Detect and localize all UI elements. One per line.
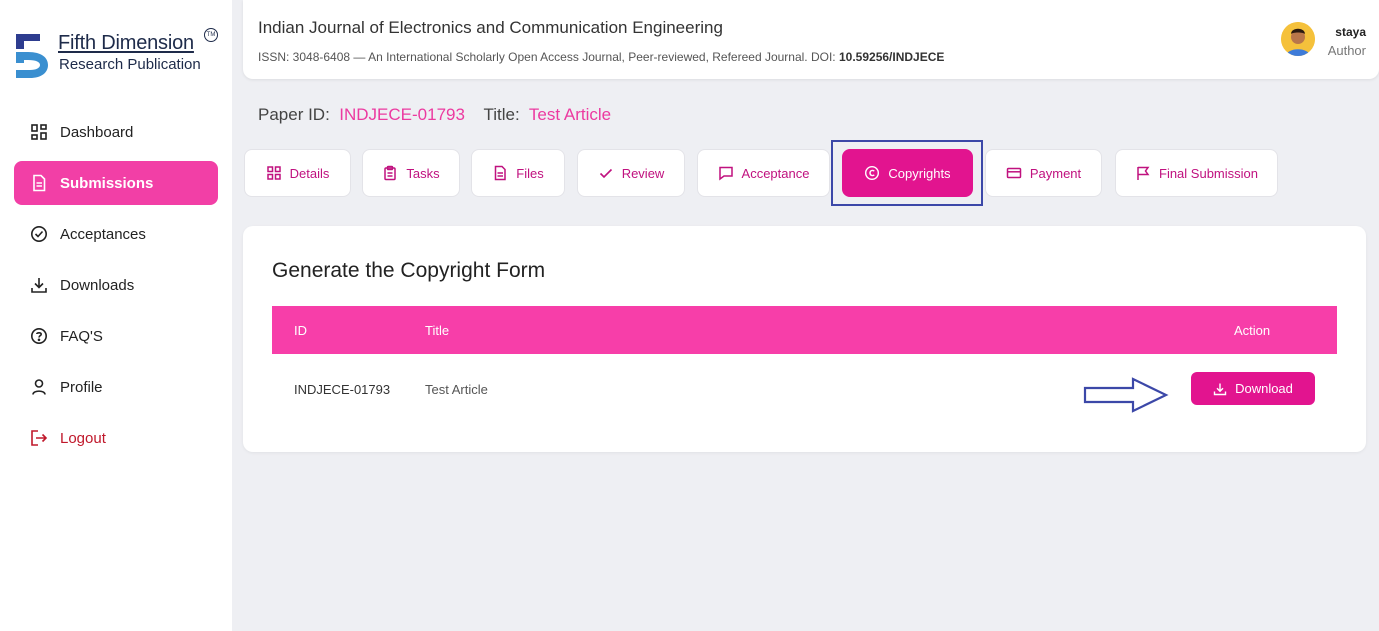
tab-files[interactable]: Files xyxy=(471,149,565,197)
tab-final-submission[interactable]: Final Submission xyxy=(1115,149,1278,197)
download-icon xyxy=(1213,383,1227,395)
annotation-arrow-icon xyxy=(1083,377,1169,413)
credit-card-icon xyxy=(1006,165,1022,181)
column-title: Title xyxy=(425,323,450,338)
journal-title: Indian Journal of Electronics and Commun… xyxy=(258,18,723,37)
sidebar-item-acceptances[interactable]: Acceptances xyxy=(14,212,218,256)
logo-mark-icon xyxy=(16,34,48,78)
tab-label: Tasks xyxy=(406,165,440,181)
column-action: Action xyxy=(1234,323,1271,338)
user-name: staya xyxy=(1335,25,1366,39)
journal-subtitle: ISSN: 3048-6408 — An International Schol… xyxy=(258,50,945,64)
grid-icon xyxy=(266,165,282,181)
sidebar-item-label: Acceptances xyxy=(60,225,146,243)
column-id: ID xyxy=(294,323,307,338)
sidebar-item-downloads[interactable]: Downloads xyxy=(14,263,218,307)
sidebar-item-faqs[interactable]: FAQ'S xyxy=(14,314,218,358)
sidebar-nav: Dashboard Submissions Acceptances Downlo… xyxy=(14,110,218,467)
sidebar-item-submissions[interactable]: Submissions xyxy=(14,161,218,205)
paper-info: Paper ID: INDJECE-01793 Title: Test Arti… xyxy=(258,105,611,125)
clipboard-icon xyxy=(382,165,398,181)
tab-details[interactable]: Details xyxy=(244,149,351,197)
doi-value: 10.59256/INDJECE xyxy=(838,50,945,64)
grid-icon xyxy=(30,123,48,141)
user-role: Author xyxy=(1327,43,1366,58)
sidebar-item-label: FAQ'S xyxy=(60,327,103,345)
avatar[interactable] xyxy=(1281,22,1315,56)
top-header: Indian Journal of Electronics and Commun… xyxy=(243,0,1379,79)
tab-label: Details xyxy=(289,165,330,181)
check-circle-icon xyxy=(30,225,48,243)
paper-id-label: Paper ID: xyxy=(258,105,330,124)
tab-label: Payment xyxy=(1029,165,1082,181)
message-icon xyxy=(718,165,734,181)
tab-acceptance[interactable]: Acceptance xyxy=(697,149,830,197)
tab-payment[interactable]: Payment xyxy=(985,149,1102,197)
document-icon xyxy=(30,174,48,192)
tab-review[interactable]: Review xyxy=(577,149,685,197)
download-icon xyxy=(30,276,48,294)
sidebar-item-label: Downloads xyxy=(60,276,135,294)
tab-label: Acceptance xyxy=(741,165,810,181)
sidebar-item-dashboard[interactable]: Dashboard xyxy=(14,110,218,154)
paper-title-value: Test Article xyxy=(528,105,612,124)
logout-icon xyxy=(30,429,48,447)
table-header: ID Title Action xyxy=(272,306,1337,354)
tab-label: Final Submission xyxy=(1159,165,1258,181)
table-row: INDJECE-01793 Test Article Download xyxy=(272,354,1337,424)
tab-tasks[interactable]: Tasks xyxy=(362,149,460,197)
tab-highlight-box xyxy=(831,140,983,206)
brand-logo[interactable]: Fifth Dimension Research Publication TM xyxy=(14,28,224,82)
trademark-badge: TM xyxy=(204,28,218,42)
sidebar-item-logout[interactable]: Logout xyxy=(14,416,218,460)
sidebar-item-profile[interactable]: Profile xyxy=(14,365,218,409)
tab-label: Files xyxy=(516,165,544,181)
download-button-label: Download xyxy=(1235,381,1293,396)
help-circle-icon xyxy=(30,327,48,345)
paper-title-label: Title: xyxy=(483,105,520,124)
sidebar-item-label: Dashboard xyxy=(60,123,134,141)
paper-id-value: INDJECE-01793 xyxy=(339,105,465,124)
copyright-card: Generate the Copyright Form ID Title Act… xyxy=(243,226,1366,452)
logo-line2: Research Publication xyxy=(59,56,201,73)
sidebar-item-label: Profile xyxy=(60,378,103,396)
check-icon xyxy=(598,165,614,181)
tab-label: Review xyxy=(621,165,665,181)
row-id: INDJECE-01793 xyxy=(294,382,391,397)
download-button[interactable]: Download xyxy=(1191,372,1315,405)
logo-line1: Fifth Dimension xyxy=(58,32,194,54)
row-title: Test Article xyxy=(425,382,488,397)
card-title: Generate the Copyright Form xyxy=(272,259,546,282)
file-icon xyxy=(492,165,508,181)
sidebar-item-label: Logout xyxy=(60,429,106,447)
user-icon xyxy=(30,378,48,396)
sidebar: Fifth Dimension Research Publication TM … xyxy=(0,0,232,631)
flag-icon xyxy=(1135,165,1151,181)
sidebar-item-label: Submissions xyxy=(60,174,154,192)
